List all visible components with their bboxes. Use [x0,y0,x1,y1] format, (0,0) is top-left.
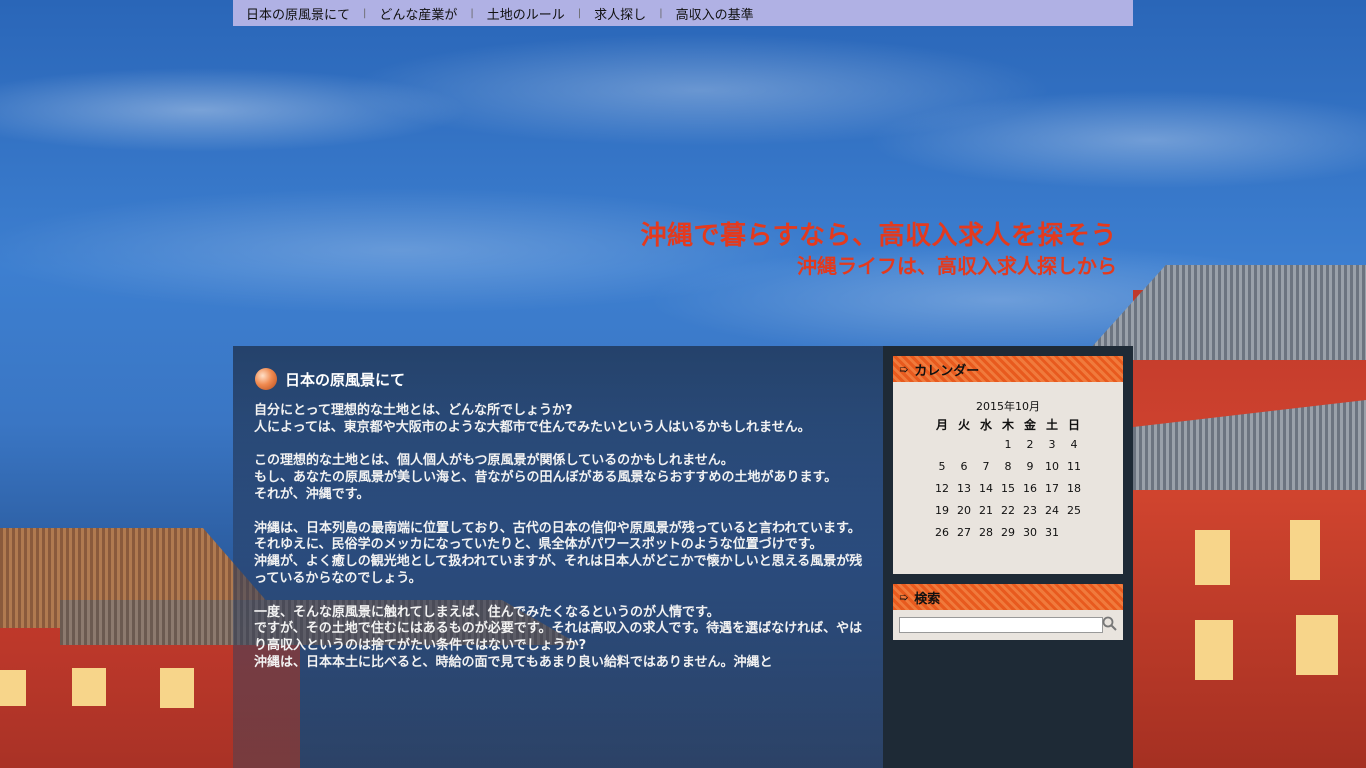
search-input[interactable] [899,617,1103,633]
calendar-day: 9 [1026,459,1034,473]
weekday-header: 火 [957,418,970,432]
text-line: それが、沖縄です。 [254,486,370,502]
calendar-day: 14 [979,481,993,495]
arrow-right-icon: ➯ [899,590,909,604]
calendar-day: 17 [1045,481,1059,495]
calendar-day: 20 [957,503,971,517]
calendar-empty-cell [975,433,997,455]
calendar-week: 26 27 28 29 30 31 [931,521,1085,543]
calendar-day: 25 [1067,503,1081,517]
search-widget-heading: ➯ 検索 [893,584,1123,610]
calendar-day: 6 [960,459,968,473]
paragraph: 沖縄は、日本列島の最南端に位置しており、古代の日本の信仰や原風景が残っていると言… [254,521,864,588]
text-line: 沖縄は、日本本土に比べると、時給の面で見てもあまり良い給料ではありません。沖縄と [254,654,773,670]
text-line: 一度、そんな原風景に触れてしまえば、住んでみたくなるというのが人情です。 [254,604,720,620]
post-body: 自分にとって理想的な土地とは、どんな所でしょうか? 人によっては、東京都や大阪市… [254,403,864,689]
calendar-table: 月火水木金土日 1 2 3 4 5 6 7 8 9 10 11 12 13 14 15 16 17 18 19 20 2… [931,416,1085,543]
calendar-day: 1 [1004,437,1012,451]
weekday-header: 土 [1045,418,1058,432]
calendar-day: 31 [1045,525,1059,539]
text-line: ですが、その土地で住むにはあるものが必要です。それは高収入の求人です。待遇を選ば… [254,621,863,654]
nav-item-genfukei[interactable]: 日本の原風景にて [233,4,363,23]
main-content: 日本の原風景にて 自分にとって理想的な土地とは、どんな所でしょうか? 人によって… [233,346,883,768]
calendar-empty-cell [931,433,953,455]
site-header: 沖縄で暮らすなら、高収入求人を探そう 沖縄ライフは、高収入求人探しから [641,219,1117,279]
text-line: 沖縄は、日本列島の最南端に位置しており、古代の日本の信仰や原風景が残っていると言… [254,520,861,536]
calendar-day: 13 [957,481,971,495]
calendar-day: 22 [1001,503,1015,517]
calendar-day: 23 [1023,503,1037,517]
nav-item-sangyo[interactable]: どんな産業が [366,4,470,23]
calendar-day: 2 [1026,437,1034,451]
search-heading: 検索 [914,591,941,607]
calendar-day: 27 [957,525,971,539]
calendar-day: 8 [1004,459,1012,473]
calendar-day: 15 [1001,481,1015,495]
calendar-week: 1234 [931,433,1085,455]
calendar-day: 21 [979,503,993,517]
calendar-day: 19 [935,503,949,517]
calendar: 2015年10月 月火水木金土日 1 2 3 4 5 6 7 8 9 10 11 12 13 14 15 16… [893,382,1123,574]
calendar-heading: カレンダー [914,363,980,379]
calendar-day: 30 [1023,525,1037,539]
weekday-header: 金 [1023,418,1036,432]
weekday-header: 日 [1067,418,1080,432]
calendar-day: 28 [979,525,993,539]
calendar-day: 10 [1045,459,1059,473]
text-line: それゆえに、民俗学のメッカになっていたりと、県全体がパワースポットのような位置づ… [254,537,823,553]
nav-item-kyujin[interactable]: 求人探し [581,4,659,23]
arrow-right-icon: ➯ [899,362,909,376]
search-icon[interactable] [1101,615,1119,633]
paragraph: 自分にとって理想的な土地とは、どんな所でしょうか? 人によっては、東京都や大阪市… [254,403,864,437]
calendar-day: 26 [935,525,949,539]
nav-item-rule[interactable]: 土地のルール [474,4,578,23]
calendar-week: 5 6 7 8 9 10 11 [931,455,1085,477]
sidebar: ➯ カレンダー 2015年10月 月火水木金土日 1 2 3 4 5 6 7 8 9 10 11 12… [883,346,1133,768]
calendar-day: 4 [1070,437,1078,451]
calendar-caption: 2015年10月 [976,400,1040,413]
calendar-empty-cell [953,433,975,455]
calendar-week: 19 20 21 22 23 24 25 [931,499,1085,521]
calendar-day: 18 [1067,481,1081,495]
text-line: 人によっては、東京都や大阪市のような大都市で住んでみたいという人はいるかもしれま… [254,419,811,435]
text-line: この理想的な土地とは、個人個人がもつ原風景が関係しているのかもしれません。 [254,453,734,469]
site-subtitle: 沖縄ライフは、高収入求人探しから [797,254,1117,278]
calendar-day: 3 [1048,437,1056,451]
calendar-day: 5 [938,459,946,473]
site-title[interactable]: 沖縄で暮らすなら、高収入求人を探そう [641,219,1117,253]
orb-icon [255,368,277,390]
top-nav: 日本の原風景にて | どんな産業が | 土地のルール | 求人探し | 高収入の… [233,0,1133,26]
calendar-week: 12 13 14 15 16 17 18 [931,477,1085,499]
calendar-day: 7 [982,459,990,473]
paragraph: この理想的な土地とは、個人個人がもつ原風景が関係しているのかもしれません。 もし… [254,453,864,503]
text-line: 沖縄が、よく癒しの観光地として扱われていますが、それは日本人がどこかで懐かしいと… [254,554,863,586]
nav-item-kijun[interactable]: 高収入の基準 [663,4,767,23]
calendar-day: 24 [1045,503,1059,517]
calendar-day: 29 [1001,525,1015,539]
calendar-empty-cell [1063,521,1085,543]
text-line: 自分にとって理想的な土地とは、どんな所でしょうか? [254,403,573,418]
post-title: 日本の原風景にて [285,370,406,389]
text-line: もし、あなたの原風景が美しい海と、昔ながらの田んぼがある風景ならおすすめの土地が… [254,470,838,486]
calendar-day: 11 [1067,459,1081,473]
calendar-day: 12 [935,481,949,495]
search-widget [893,610,1123,640]
weekday-header: 木 [1001,418,1014,432]
calendar-day: 16 [1023,481,1037,495]
paragraph: 一度、そんな原風景に触れてしまえば、住んでみたくなるというのが人情です。 ですが… [254,605,864,672]
weekday-header: 水 [979,418,992,432]
weekday-header: 月 [935,418,948,432]
calendar-widget-heading: ➯ カレンダー [893,356,1123,382]
post-heading: 日本の原風景にて [255,368,405,390]
